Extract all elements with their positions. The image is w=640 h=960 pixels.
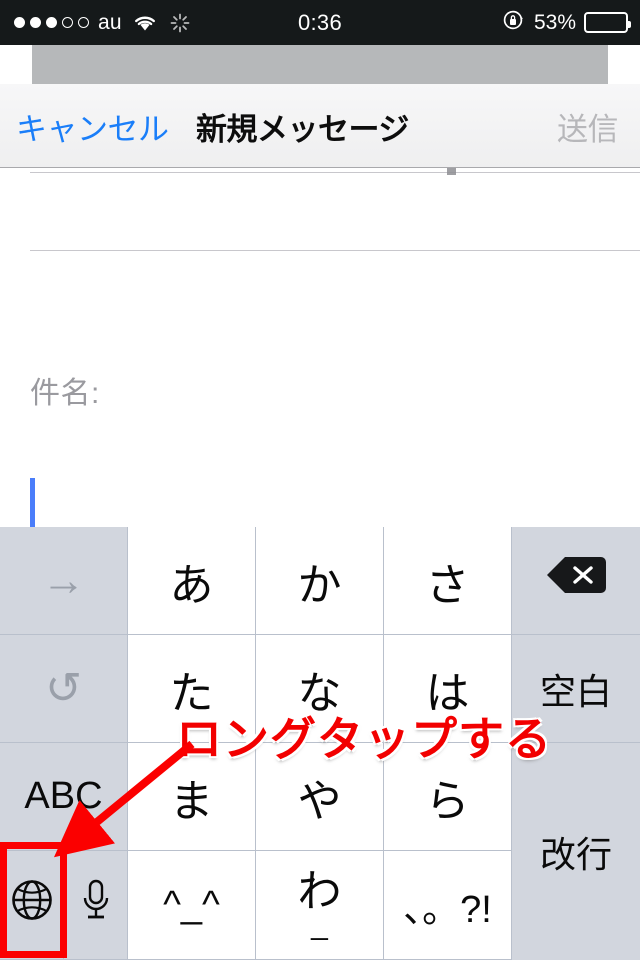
key-wa-label: わ [297,866,342,916]
phone-screen: au 0:36 53% キャンセル 新規メッセージ 送信 件名: → あ か さ… [0,0,640,960]
cancel-button[interactable]: キャンセル [16,84,169,168]
next-candidate-key[interactable]: → [0,527,128,635]
return-key[interactable]: 改行 [512,743,640,960]
send-button[interactable]: 送信 [557,84,619,168]
dictation-key[interactable] [64,851,128,960]
compose-area: 件名: [0,168,640,530]
key-ka[interactable]: か [256,527,384,635]
navigation-bar: キャンセル 新規メッセージ 送信 [0,84,640,168]
delete-key[interactable] [512,527,640,635]
keyboard-row-1: → あ か さ [0,527,640,635]
key-punctuation[interactable]: 、。?! [384,851,512,960]
add-contact-button-partial[interactable] [447,168,456,175]
status-bar: au 0:36 53% [0,0,640,45]
key-wa[interactable]: わ _ [256,851,384,960]
background-view-band [32,45,608,84]
key-emoticon[interactable]: ^_^ [128,851,256,960]
subject-placeholder: 件名: [30,377,100,410]
subject-field[interactable]: 件名: [0,340,640,418]
microphone-icon [79,877,113,934]
delete-backspace-icon [545,553,607,608]
status-bar-right: 53% [502,0,631,45]
annotation-text: ロングタップする [176,713,552,765]
text-caret [30,478,35,530]
undo-key[interactable]: ↺ [0,635,128,743]
abc-mode-key[interactable]: ABC [0,743,128,851]
battery-icon [584,12,631,33]
rotation-lock-icon [502,8,526,37]
page-title: 新規メッセージ [196,111,409,147]
key-wa-sublabel: _ [311,907,328,941]
annotation-highlight-box [0,842,67,958]
battery-percent-label: 53% [533,10,576,34]
key-a[interactable]: あ [128,527,256,635]
key-sa[interactable]: さ [384,527,512,635]
to-field-separator [30,172,640,173]
subject-field-separator [30,250,640,251]
